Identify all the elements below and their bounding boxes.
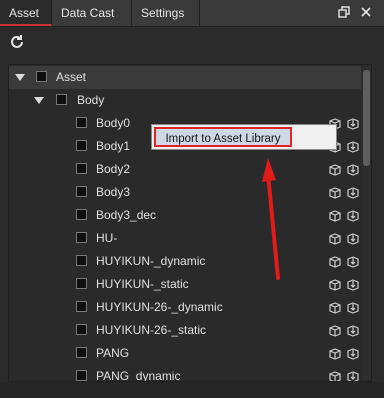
asset-import-icon[interactable] — [346, 185, 360, 199]
tree-item[interactable]: HU- — [9, 227, 361, 250]
checkbox-item[interactable] — [76, 255, 87, 266]
tab-data-cast[interactable]: Data Cast — [52, 0, 132, 26]
asset-icon[interactable] — [328, 254, 342, 268]
tree-item[interactable]: Body2 — [9, 158, 361, 181]
checkbox-item[interactable] — [76, 186, 87, 197]
asset-icon[interactable] — [328, 346, 342, 360]
asset-import-icon[interactable] — [346, 323, 360, 337]
checkbox-asset[interactable] — [36, 71, 47, 82]
expand-arrow-icon[interactable] — [34, 97, 44, 104]
tree-item[interactable]: HUYIKUN-26-_dynamic — [9, 296, 361, 319]
tree-node-body[interactable]: Body — [9, 89, 361, 112]
asset-import-icon[interactable] — [346, 300, 360, 314]
tree-item-label: Body2 — [96, 162, 131, 176]
asset-import-icon[interactable] — [346, 162, 360, 176]
tree-item[interactable]: HUYIKUN-_dynamic — [9, 250, 361, 273]
asset-tree-panel: Asset Body Body0 Body1 Body2 Body3 Body3… — [8, 64, 372, 382]
asset-import-icon[interactable] — [346, 116, 360, 130]
tree-item-label: PANG — [96, 346, 130, 360]
expand-arrow-icon[interactable] — [15, 74, 25, 81]
tree-item[interactable]: HUYIKUN-26-_static — [9, 319, 361, 342]
tree-item-label: Body0 — [96, 116, 131, 130]
asset-import-icon[interactable] — [346, 369, 360, 381]
tree-item[interactable]: PANG — [9, 342, 361, 365]
checkbox-body[interactable] — [56, 94, 67, 105]
asset-import-icon[interactable] — [346, 208, 360, 222]
tab-asset-label: Asset — [9, 6, 40, 20]
asset-icon[interactable] — [328, 277, 342, 291]
tab-bar: Asset Data Cast Settings — [0, 0, 384, 27]
asset-import-icon[interactable] — [346, 231, 360, 245]
asset-import-icon[interactable] — [346, 277, 360, 291]
menu-item-label: Import to Asset Library — [165, 133, 281, 145]
refresh-icon[interactable] — [8, 33, 26, 51]
toolbar — [0, 27, 384, 59]
asset-icon[interactable] — [328, 300, 342, 314]
asset-import-icon[interactable] — [346, 139, 360, 153]
checkbox-item[interactable] — [76, 163, 87, 174]
checkbox-item[interactable] — [76, 370, 87, 381]
tree-root-asset[interactable]: Asset — [9, 66, 361, 89]
asset-icon[interactable] — [328, 162, 342, 176]
annotation-arrow-icon — [262, 158, 280, 280]
tree-item[interactable]: Body3 — [9, 181, 361, 204]
tree-item-label: Body3_dec — [96, 208, 157, 222]
tree-root-label: Asset — [56, 70, 87, 84]
tree-item-label: HUYIKUN-_static — [96, 277, 189, 291]
checkbox-item[interactable] — [76, 347, 87, 358]
checkbox-item[interactable] — [76, 209, 87, 220]
checkbox-item[interactable] — [76, 140, 87, 151]
tree-item-label: HUYIKUN-26-_dynamic — [96, 300, 223, 314]
checkbox-item[interactable] — [76, 324, 87, 335]
restore-icon[interactable] — [336, 4, 352, 20]
bottom-status-strip — [0, 382, 384, 398]
checkbox-item[interactable] — [76, 301, 87, 312]
vertical-scrollbar[interactable] — [362, 66, 371, 380]
tree-item[interactable]: PANG_dynamic — [9, 365, 361, 382]
checkbox-item[interactable] — [76, 232, 87, 243]
asset-icon[interactable] — [328, 208, 342, 222]
tree-item[interactable]: Body3_dec — [9, 204, 361, 227]
asset-icon[interactable] — [328, 323, 342, 337]
tab-data-cast-label: Data Cast — [61, 6, 115, 20]
tree-node-label: Body — [77, 93, 105, 107]
tree-item-label: Body1 — [96, 139, 131, 153]
tab-asset[interactable]: Asset — [0, 0, 52, 26]
tree-item-label: Body3 — [96, 185, 131, 199]
asset-icon[interactable] — [328, 185, 342, 199]
tab-settings[interactable]: Settings — [132, 0, 200, 26]
asset-icon[interactable] — [328, 231, 342, 245]
checkbox-item[interactable] — [76, 117, 87, 128]
close-icon[interactable] — [358, 4, 374, 20]
tree-item-label: HUYIKUN-_dynamic — [96, 254, 206, 268]
checkbox-item[interactable] — [76, 278, 87, 289]
tree-item-label: HUYIKUN-26-_static — [96, 323, 207, 337]
asset-import-icon[interactable] — [346, 254, 360, 268]
tree-item[interactable]: HUYIKUN-_static — [9, 273, 361, 296]
asset-icon[interactable] — [328, 369, 342, 381]
asset-import-icon[interactable] — [346, 346, 360, 360]
tab-settings-label: Settings — [141, 6, 185, 20]
tree-item-label: PANG_dynamic — [96, 369, 181, 382]
tree-item-label: HU- — [96, 231, 118, 245]
import-to-asset-library-menu-item[interactable]: Import to Asset Library — [154, 127, 292, 147]
scrollbar-thumb[interactable] — [363, 70, 370, 166]
context-menu: Import to Asset Library — [151, 124, 337, 150]
